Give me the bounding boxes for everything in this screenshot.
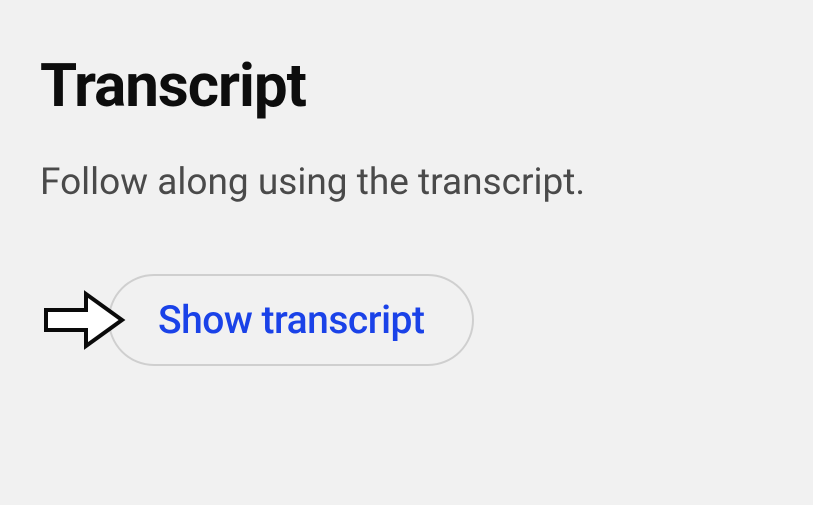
transcript-description: Follow along using the transcript. bbox=[40, 161, 813, 204]
show-transcript-button[interactable]: Show transcript bbox=[108, 274, 474, 366]
show-transcript-label: Show transcript bbox=[158, 297, 424, 343]
pointer-arrow-icon bbox=[40, 288, 126, 352]
transcript-heading: Transcript bbox=[40, 50, 813, 121]
transcript-button-row: Show transcript bbox=[40, 274, 813, 366]
